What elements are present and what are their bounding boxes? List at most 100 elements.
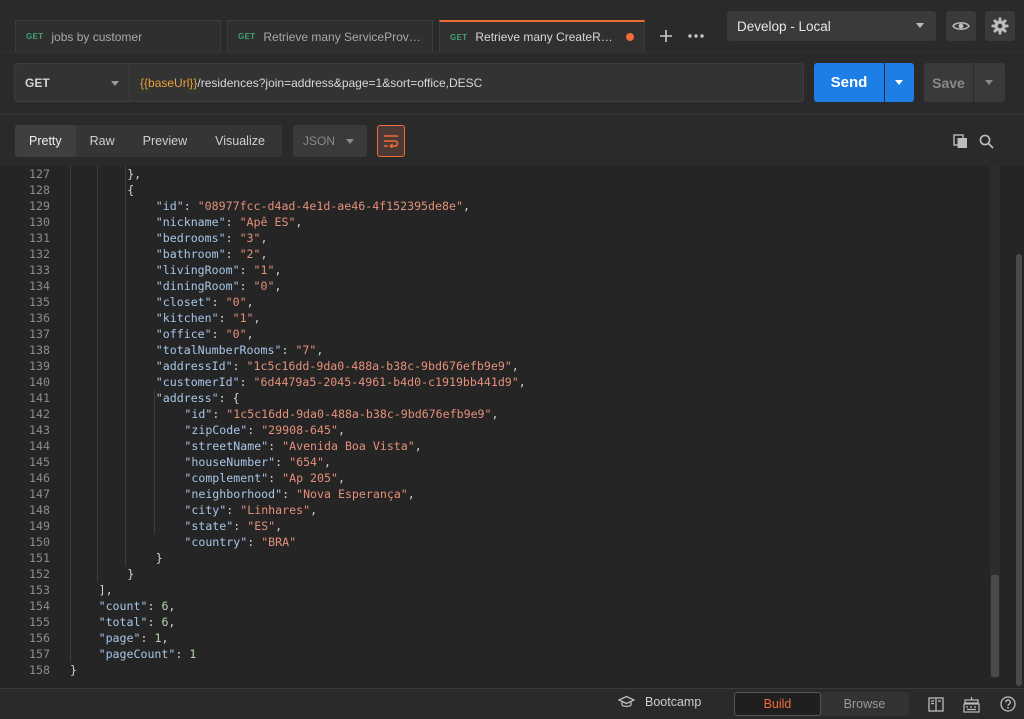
line-number: 128	[29, 183, 50, 197]
chevron-down-icon	[346, 139, 354, 144]
code-text: "neighborhood": "Nova Esperança",	[184, 487, 415, 501]
unsaved-dot	[626, 33, 634, 41]
code-text: "closet": "0",	[155, 295, 254, 309]
line-number: 144	[29, 439, 50, 453]
code-text: "complement": "Ap 205",	[184, 471, 345, 485]
line-number: 157	[29, 647, 50, 661]
chevron-down-icon	[916, 23, 924, 28]
copy-icon[interactable]	[950, 131, 970, 151]
line-number: 151	[29, 551, 50, 565]
code-line: 140 "customerId": "6d4479a5-2045-4961-b4d…	[0, 374, 990, 390]
chevron-down-icon	[111, 81, 119, 86]
format-label: JSON	[303, 134, 336, 148]
method-select[interactable]: GET	[14, 63, 130, 102]
request-tab-1[interactable]: GET Retrieve many ServiceProvid...	[227, 20, 433, 52]
code-line: 155 "total": 6,	[0, 614, 990, 630]
environment-label: Develop - Local	[737, 18, 831, 34]
code-text: "pageCount": 1	[98, 647, 197, 661]
tab-pretty[interactable]: Pretty	[15, 125, 76, 157]
bootcamp-button[interactable]: Bootcamp	[618, 695, 701, 709]
code-line: 128 {	[0, 182, 990, 198]
tab-visualize[interactable]: Visualize	[201, 125, 279, 157]
code-scrollbar-thumb[interactable]	[991, 575, 999, 677]
code-text: "city": "Linhares",	[184, 503, 318, 517]
code-line: 138 "totalNumberRooms": "7",	[0, 342, 990, 358]
tab-preview[interactable]: Preview	[129, 125, 201, 157]
line-number: 146	[29, 471, 50, 485]
code-text: "count": 6,	[98, 599, 176, 613]
save-button[interactable]: Save	[924, 63, 973, 102]
gear-icon[interactable]	[985, 11, 1015, 41]
code-text: "country": "BRA"	[184, 535, 297, 549]
tab-raw[interactable]: Raw	[76, 125, 129, 157]
tab-label: Retrieve many CreateReside...	[475, 30, 618, 44]
code-line: 158}	[0, 662, 990, 678]
bootcamp-label: Bootcamp	[645, 695, 702, 709]
indent-guide	[96, 166, 98, 582]
line-number: 141	[29, 391, 50, 405]
format-select[interactable]: JSON	[293, 125, 367, 157]
code-line: 147 "neighborhood": "Nova Esperança",	[0, 486, 990, 502]
more-horizontal-icon[interactable]	[682, 22, 710, 50]
code-text: ],	[98, 583, 113, 597]
search-icon[interactable]	[976, 131, 996, 151]
keyboard-shortcuts-icon[interactable]	[961, 694, 981, 714]
request-tab-0[interactable]: GET jobs by customer	[15, 20, 221, 52]
tab-label: jobs by customer	[51, 29, 143, 44]
line-number: 150	[29, 535, 50, 549]
page-scrollbar[interactable]	[1016, 254, 1022, 686]
line-number: 139	[29, 359, 50, 373]
code-line: 142 "id": "1c5c16dd-9da0-488a-b38c-9bd676…	[0, 406, 990, 422]
line-number: 158	[29, 663, 50, 677]
code-line: 152}	[0, 566, 990, 582]
plus-icon[interactable]	[652, 22, 680, 50]
wrap-lines-icon[interactable]	[377, 125, 405, 157]
code-line: 148 "city": "Linhares",	[0, 502, 990, 518]
code-text: }	[155, 551, 163, 565]
tab-method: GET	[238, 32, 256, 41]
indent-guide	[70, 166, 71, 662]
send-options-button[interactable]	[885, 63, 914, 102]
line-number: 152	[29, 567, 50, 581]
code-text: "bathroom": "2",	[155, 247, 268, 261]
code-text: "zipCode": "29908-645",	[184, 423, 345, 437]
code-line: 157 "pageCount": 1	[0, 646, 990, 662]
line-number: 145	[29, 455, 50, 469]
save-options-button[interactable]	[974, 63, 1005, 102]
request-tab-2[interactable]: GET Retrieve many CreateReside...	[439, 20, 645, 52]
line-number: 138	[29, 343, 50, 357]
code-text: "nickname": "Apê ES",	[155, 215, 303, 229]
build-mode-button[interactable]: Build	[734, 692, 821, 716]
environment-select[interactable]: Develop - Local	[727, 11, 936, 41]
tab-method: GET	[26, 32, 44, 41]
two-pane-icon[interactable]	[926, 695, 946, 713]
chevron-down-icon	[895, 80, 903, 85]
line-number: 127	[29, 167, 50, 181]
browse-mode-button[interactable]: Browse	[821, 692, 908, 716]
code-text: },	[127, 167, 142, 181]
code-text: "customerId": "6d4479a5-2045-4961-b4d0-c…	[155, 375, 526, 389]
url-variable: {{baseUrl}}	[140, 75, 198, 90]
code-text: }	[127, 567, 135, 581]
code-line: 154 "count": 6,	[0, 598, 990, 614]
code-line: 133 "livingRoom": "1",	[0, 262, 990, 278]
line-number: 156	[29, 631, 50, 645]
help-icon[interactable]	[998, 694, 1018, 714]
send-button[interactable]: Send	[814, 63, 884, 102]
code-text: "office": "0",	[155, 327, 254, 341]
line-number: 155	[29, 615, 50, 629]
code-line: 156 "page": 1,	[0, 630, 990, 646]
chevron-down-icon	[985, 80, 993, 85]
mode-switch: Build Browse	[734, 692, 909, 716]
code-line: 143 "zipCode": "29908-645",	[0, 422, 990, 438]
code-text: "streetName": "Avenida Boa Vista",	[184, 439, 422, 453]
eye-icon[interactable]	[946, 11, 976, 41]
response-body[interactable]: 127}, 128{129 "id": "08977fcc-d4ad-4e1d-ae…	[0, 166, 1016, 688]
line-number: 135	[29, 295, 50, 309]
code-text: "id": "1c5c16dd-9da0-488a-b38c-9bd676efb…	[184, 407, 499, 421]
url-input[interactable]: {{baseUrl}}/residences?join=address&page…	[130, 63, 804, 102]
code-text: "livingRoom": "1",	[155, 263, 282, 277]
code-text: "totalNumberRooms": "7",	[155, 343, 324, 357]
code-text: "total": 6,	[98, 615, 176, 629]
code-text: "id": "08977fcc-d4ad-4e1d-ae46-4f152395d…	[155, 199, 470, 213]
